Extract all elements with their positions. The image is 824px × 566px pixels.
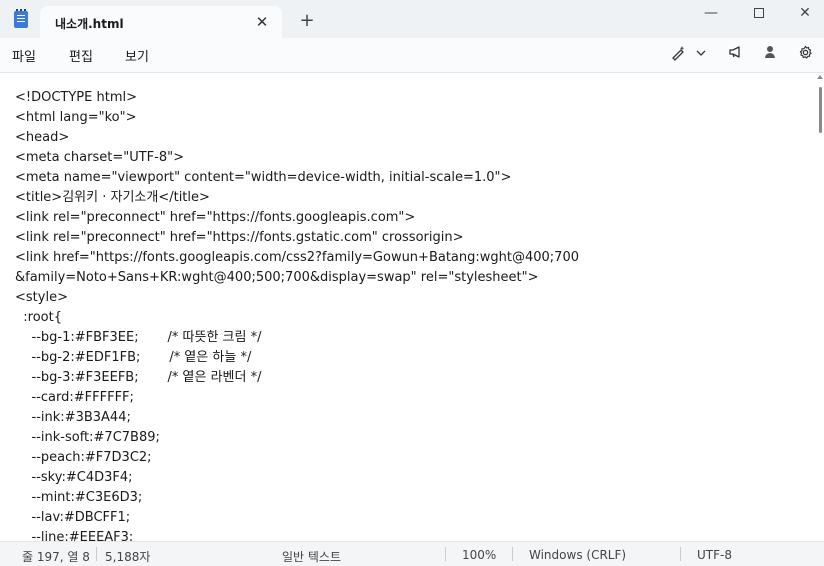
- code-line: <link rel="preconnect" href="https://fon…: [15, 210, 416, 225]
- code-line: :root{: [15, 310, 62, 325]
- code-line: --line:#EEEAF3;: [15, 530, 134, 541]
- menu-file[interactable]: 파일: [12, 46, 36, 65]
- tab-title: 내소개.html: [55, 17, 124, 31]
- maximize-button[interactable]: [736, 2, 782, 26]
- minimize-button[interactable]: —: [688, 2, 734, 26]
- code-line: --sky:#C4D3F4;: [15, 470, 133, 485]
- encoding[interactable]: UTF-8: [697, 548, 732, 562]
- scroll-up-icon[interactable]: [817, 75, 823, 79]
- cursor-position: 줄 197, 열 8: [22, 550, 90, 564]
- scroll-thumb[interactable]: [819, 87, 822, 133]
- chevron-down-icon[interactable]: [690, 45, 712, 65]
- notepad-icon: [14, 9, 28, 28]
- status-bar: 줄 197, 열 8 5,188자 일반 텍스트 100% Windows (C…: [0, 541, 824, 566]
- maximize-icon: [754, 8, 764, 18]
- menu-edit[interactable]: 편집: [69, 46, 93, 65]
- ai-rewrite-icon[interactable]: [668, 45, 690, 65]
- megaphone-icon[interactable]: [725, 45, 747, 65]
- code-line: <style>: [15, 290, 68, 305]
- code-line: <meta charset="UTF-8">: [15, 150, 184, 165]
- code-line: --ink-soft:#7C7B89;: [15, 430, 160, 445]
- character-count: 5,188자: [105, 550, 151, 564]
- account-icon[interactable]: [759, 45, 781, 65]
- text-format[interactable]: 일반 텍스트: [282, 548, 341, 565]
- status-divider: [96, 547, 97, 561]
- code-line: --bg-2:#EDF1FB; /* 옅은 하늘 */: [15, 350, 252, 365]
- tab-document[interactable]: 내소개.html ✕: [40, 6, 282, 38]
- code-line: <meta name="viewport" content="width=dev…: [15, 170, 512, 185]
- line-ending[interactable]: Windows (CRLF): [529, 548, 626, 562]
- close-button[interactable]: ✕: [782, 2, 824, 26]
- zoom-level[interactable]: 100%: [462, 548, 496, 562]
- tab-close-icon[interactable]: ✕: [252, 12, 272, 32]
- code-line: <link rel="preconnect" href="https://fon…: [15, 230, 464, 245]
- menu-view[interactable]: 보기: [125, 46, 149, 65]
- code-line: --mint:#C3E6D3;: [15, 490, 143, 505]
- status-divider: [512, 547, 513, 561]
- code-line: <!DOCTYPE html>: [15, 90, 137, 105]
- code-line: --peach:#F7D3C2;: [15, 450, 152, 465]
- code-line: <link href="https://fonts.googleapis.com…: [15, 250, 579, 265]
- code-line: <title>김위키 · 자기소개</title>: [15, 190, 210, 205]
- vertical-scrollbar[interactable]: [816, 73, 824, 541]
- new-tab-button[interactable]: +: [296, 10, 318, 32]
- gear-icon[interactable]: [794, 45, 816, 65]
- code-line: --bg-1:#FBF3EE; /* 따뜻한 크림 */: [15, 330, 262, 345]
- menu-bar: 파일 편집 보기: [0, 38, 824, 72]
- code-line: --card:#FFFFFF;: [15, 390, 134, 405]
- code-line: <html lang="ko">: [15, 110, 137, 125]
- code-line: &family=Noto+Sans+KR:wght@400;500;700&di…: [15, 270, 539, 285]
- code-line: --ink:#3B3A44;: [15, 410, 131, 425]
- code-line: --bg-3:#F3EEFB; /* 옅은 라벤더 */: [15, 370, 262, 385]
- code-line: --lav:#DBCFF1;: [15, 510, 131, 525]
- code-line: <head>: [15, 130, 70, 145]
- text-editor[interactable]: <!DOCTYPE html> <html lang="ko"> <head> …: [0, 73, 816, 541]
- status-divider: [680, 547, 681, 561]
- status-divider: [445, 547, 446, 561]
- title-bar: 내소개.html ✕ + — ✕: [0, 0, 824, 38]
